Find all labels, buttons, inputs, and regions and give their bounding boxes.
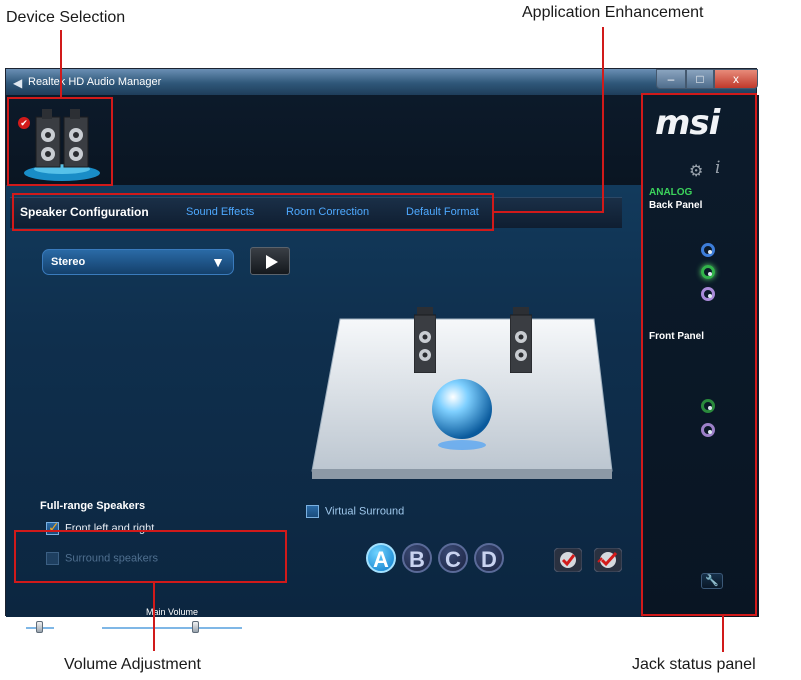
main-volume-thumb[interactable] <box>192 621 199 633</box>
profile-a-button[interactable]: A <box>366 543 396 573</box>
annotation-jack-status-panel: Jack status panel <box>632 656 756 673</box>
maximize-button[interactable]: □ <box>686 69 714 89</box>
speaker-app-icon: ◀ <box>13 76 23 90</box>
play-icon <box>266 255 278 269</box>
speaker-front-left-icon[interactable] <box>414 307 436 373</box>
balance-slider-thumb[interactable] <box>36 621 43 633</box>
application-enhancement-leader-v <box>602 27 604 213</box>
window-title: Realtek HD Audio Manager <box>28 76 162 88</box>
speaker-config-dropdown[interactable]: Stereo ▼ <box>42 249 234 275</box>
annotation-application-enhancement: Application Enhancement <box>522 4 704 21</box>
profile-b-button[interactable]: B <box>402 543 432 573</box>
volume-adjustment-highlight <box>14 530 287 583</box>
apply-all-check-icon[interactable] <box>594 548 622 572</box>
main-volume-track[interactable] <box>102 627 242 629</box>
apply-check-icon[interactable] <box>554 548 582 572</box>
full-range-speakers-title: Full-range Speakers <box>40 500 146 512</box>
play-button[interactable] <box>250 247 290 275</box>
close-button[interactable]: x <box>714 69 758 89</box>
annotation-volume-adjustment: Volume Adjustment <box>64 656 201 673</box>
device-selection-highlight <box>7 97 113 186</box>
volume-minus-label: – <box>90 621 97 635</box>
speaker-front-right-icon[interactable] <box>510 307 532 373</box>
virtual-surround-option[interactable]: Virtual Surround <box>306 505 404 518</box>
profile-d-button[interactable]: D <box>474 543 504 573</box>
balance-right-label: R <box>68 622 76 633</box>
application-enhancement-highlight <box>12 193 494 231</box>
jack-status-panel-highlight <box>641 93 757 616</box>
minimize-button[interactable]: – <box>656 69 686 89</box>
virtual-surround-label: Virtual Surround <box>325 505 405 518</box>
annotation-device-selection: Device Selection <box>6 9 126 26</box>
application-enhancement-leader-h <box>494 211 604 213</box>
title-bar[interactable]: ◀ Realtek HD Audio Manager – □ x <box>6 69 758 95</box>
chevron-down-icon: ▼ <box>211 254 225 270</box>
device-selection-leader <box>60 30 62 97</box>
speaker-volume-icon[interactable] <box>260 621 278 633</box>
virtual-surround-checkbox[interactable] <box>306 505 319 518</box>
dropdown-selected-value: Stereo <box>51 256 86 268</box>
speaker-stage-illustration <box>311 318 613 479</box>
volume-adjustment-leader <box>153 583 155 651</box>
volume-plus-label: + <box>250 620 258 634</box>
jack-status-panel-leader <box>722 616 724 652</box>
profile-c-button[interactable]: C <box>438 543 468 573</box>
balance-left-label: L <box>16 622 22 633</box>
